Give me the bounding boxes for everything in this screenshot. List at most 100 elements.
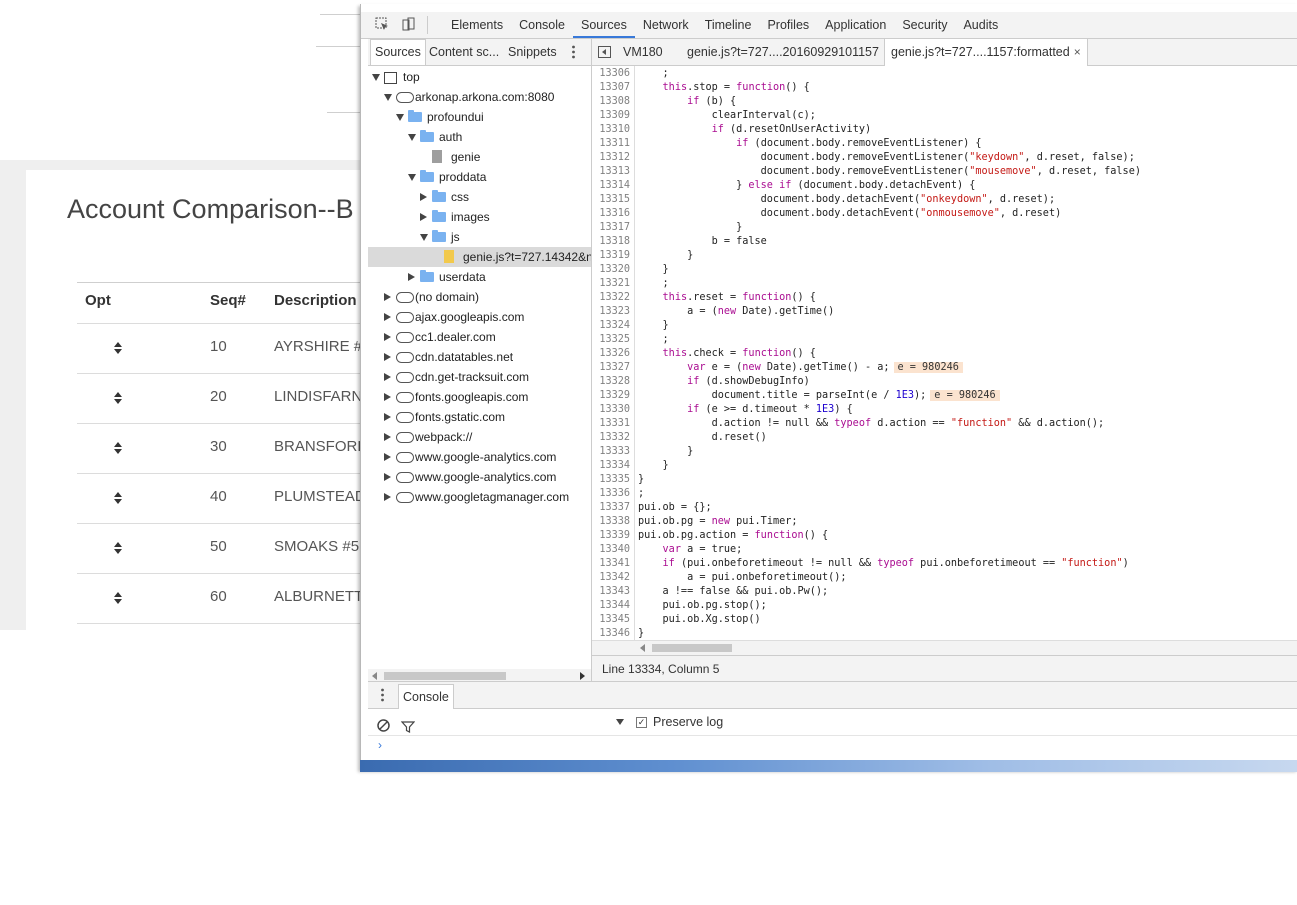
table-row[interactable]: 40 PLUMSTEAD <box>77 473 377 524</box>
line-number[interactable]: 13345 <box>592 613 630 627</box>
code-line[interactable]: 13331 d.action != null && typeof d.actio… <box>592 417 1104 431</box>
tree-item[interactable]: www.googletagmanager.com <box>368 487 591 507</box>
tree-item[interactable]: userdata <box>368 267 591 287</box>
drawer-menu-icon[interactable] <box>381 687 384 703</box>
expand-right-icon[interactable] <box>420 213 427 221</box>
line-number[interactable]: 13322 <box>592 291 630 305</box>
code-line[interactable]: 13312 document.body.removeEventListener(… <box>592 151 1135 165</box>
code-line[interactable]: 13316 document.body.detachEvent("onmouse… <box>592 207 1061 221</box>
code-line[interactable]: 13342 a = pui.onbeforetimeout(); <box>592 571 846 585</box>
code-line[interactable]: 13332 d.reset() <box>592 431 766 445</box>
scroll-left-icon[interactable] <box>372 672 377 680</box>
line-number[interactable]: 13334 <box>592 459 630 473</box>
line-number[interactable]: 13326 <box>592 347 630 361</box>
code-line[interactable]: 13346} <box>592 627 644 640</box>
line-number[interactable]: 13321 <box>592 277 630 291</box>
expand-down-icon[interactable] <box>384 94 392 101</box>
line-number[interactable]: 13311 <box>592 137 630 151</box>
sort-arrows-icon[interactable] <box>113 492 123 506</box>
code-line[interactable]: 13329 document.title = parseInt(e / 1E3)… <box>592 389 1000 403</box>
code-line[interactable]: 13322 this.reset = function() { <box>592 291 816 305</box>
line-number[interactable]: 13335 <box>592 473 630 487</box>
line-number[interactable]: 13330 <box>592 403 630 417</box>
line-number[interactable]: 13337 <box>592 501 630 515</box>
code-line[interactable]: 13317 } <box>592 221 742 235</box>
code-line[interactable]: 13345 pui.ob.Xg.stop() <box>592 613 760 627</box>
sort-arrows-icon[interactable] <box>113 392 123 406</box>
expand-right-icon[interactable] <box>384 313 391 321</box>
scrollbar-thumb[interactable] <box>652 644 732 652</box>
code-line[interactable]: 13337 pui.ob = {}; <box>592 501 711 515</box>
tab-network[interactable]: Network <box>635 12 697 38</box>
column-header-description[interactable]: Description <box>274 292 357 309</box>
tree-item[interactable]: cdn.datatables.net <box>368 347 591 367</box>
line-number[interactable]: 13324 <box>592 319 630 333</box>
line-number[interactable]: 13325 <box>592 333 630 347</box>
line-number[interactable]: 13313 <box>592 165 630 179</box>
code-line[interactable]: 13315 document.body.detachEvent("onkeydo… <box>592 193 1055 207</box>
code-line[interactable]: 13320 } <box>592 263 668 277</box>
checkbox-checked-icon[interactable]: ✓ <box>636 717 647 729</box>
scroll-left-icon[interactable] <box>640 644 645 652</box>
line-number[interactable]: 13312 <box>592 151 630 165</box>
inspect-element-icon[interactable] <box>375 17 389 31</box>
tree-item[interactable]: arkonap.arkona.com:8080 <box>368 87 591 107</box>
toggle-navigator-icon[interactable] <box>598 45 611 58</box>
clear-console-icon[interactable] <box>377 715 390 732</box>
line-number[interactable]: 13332 <box>592 431 630 445</box>
code-line[interactable]: 13340 var a = true; <box>592 543 742 557</box>
code-line[interactable]: 13319 } <box>592 249 693 263</box>
line-number[interactable]: 13310 <box>592 123 630 137</box>
tree-item[interactable]: www.google-analytics.com <box>368 447 591 467</box>
expand-down-icon[interactable] <box>408 174 416 181</box>
code-line[interactable]: 13308 if (b) { <box>592 95 736 109</box>
code-line[interactable]: 13333 } <box>592 445 693 459</box>
tab-timeline[interactable]: Timeline <box>697 12 760 38</box>
context-dropdown-icon[interactable] <box>616 719 624 725</box>
line-number[interactable]: 13328 <box>592 375 630 389</box>
console-prompt[interactable]: › <box>378 738 382 752</box>
close-icon[interactable]: × <box>1074 45 1081 59</box>
line-number[interactable]: 13309 <box>592 109 630 123</box>
expand-right-icon[interactable] <box>384 293 391 301</box>
line-number[interactable]: 13338 <box>592 515 630 529</box>
line-number[interactable]: 13344 <box>592 599 630 613</box>
line-number[interactable]: 13339 <box>592 529 630 543</box>
expand-right-icon[interactable] <box>384 353 391 361</box>
scrollbar-thumb[interactable] <box>384 672 506 680</box>
code-line[interactable]: 13326 this.check = function() { <box>592 347 816 361</box>
column-header-seq[interactable]: Seq# <box>210 292 246 309</box>
code-line[interactable]: 13339 pui.ob.pg.action = function() { <box>592 529 828 543</box>
line-number[interactable]: 13314 <box>592 179 630 193</box>
expand-right-icon[interactable] <box>384 473 391 481</box>
line-number[interactable]: 13308 <box>592 95 630 109</box>
expand-right-icon[interactable] <box>384 333 391 341</box>
line-number[interactable]: 13319 <box>592 249 630 263</box>
expand-right-icon[interactable] <box>384 413 391 421</box>
tree-item[interactable]: profoundui <box>368 107 591 127</box>
tree-item[interactable]: genie.js?t=727.14342&n <box>368 247 591 267</box>
editor-tab-genie-js-formatted[interactable]: genie.js?t=727....1157:formatted × <box>884 39 1088 66</box>
code-line[interactable]: 13323 a = (new Date).getTime() <box>592 305 834 319</box>
line-number[interactable]: 13318 <box>592 235 630 249</box>
tab-audits[interactable]: Audits <box>955 12 1006 38</box>
sort-arrows-icon[interactable] <box>113 542 123 556</box>
tab-application[interactable]: Application <box>817 12 894 38</box>
tree-item[interactable]: ajax.googleapis.com <box>368 307 591 327</box>
line-number[interactable]: 13307 <box>592 81 630 95</box>
expand-down-icon[interactable] <box>420 234 428 241</box>
code-line[interactable]: 13313 document.body.removeEventListener(… <box>592 165 1141 179</box>
table-row[interactable]: 20 LINDISFARN <box>77 373 377 424</box>
code-line[interactable]: 13330 if (e >= d.timeout * 1E3) { <box>592 403 852 417</box>
line-number[interactable]: 13336 <box>592 487 630 501</box>
table-row[interactable]: 50 SMOAKS #5 <box>77 523 377 574</box>
code-line[interactable]: 13343 a !== false && pui.ob.Pw(); <box>592 585 828 599</box>
code-line[interactable]: 13325 ; <box>592 333 668 347</box>
line-number[interactable]: 13331 <box>592 417 630 431</box>
expand-down-icon[interactable] <box>372 74 380 81</box>
tab-console[interactable]: Console <box>511 12 573 38</box>
code-line[interactable]: 13311 if (document.body.removeEventListe… <box>592 137 981 151</box>
tab-snippets[interactable]: Snippets <box>504 39 561 65</box>
line-number[interactable]: 13346 <box>592 627 630 640</box>
code-line[interactable]: 13344 pui.ob.pg.stop(); <box>592 599 766 613</box>
